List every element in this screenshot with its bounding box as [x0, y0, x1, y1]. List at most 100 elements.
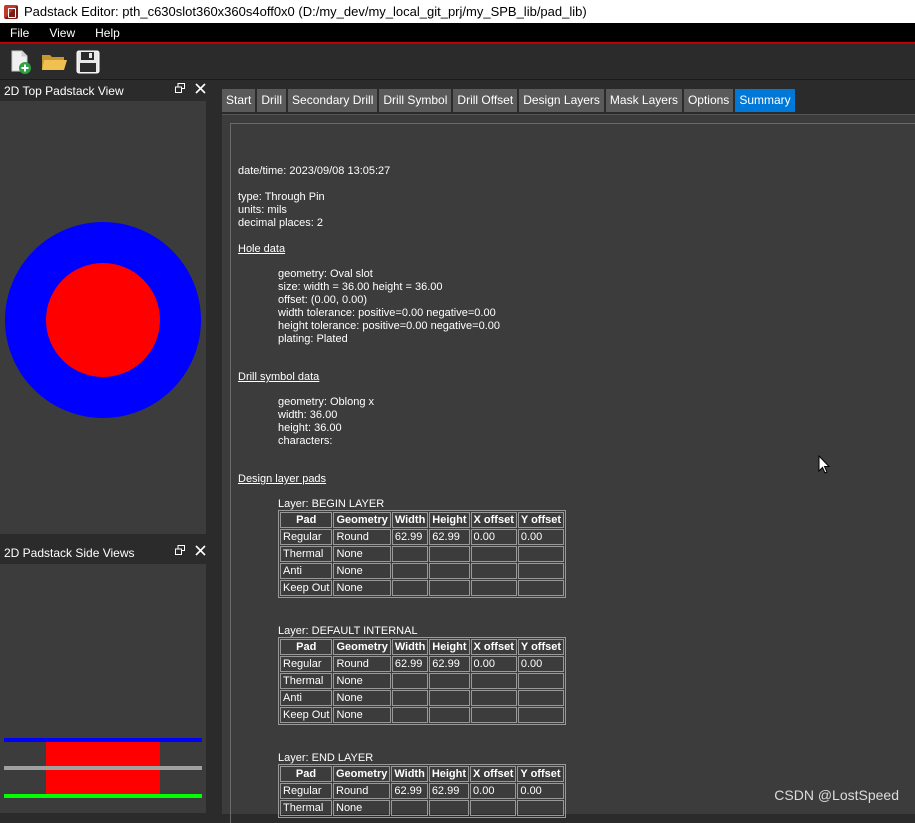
save-button[interactable]: [74, 48, 102, 76]
type-text: type: Through Pin: [238, 191, 325, 203]
table-cell: [470, 690, 517, 706]
table-cell: Round: [333, 529, 391, 545]
float-icon[interactable]: [174, 83, 186, 95]
side-internal-layer: [4, 766, 202, 770]
table-cell: [517, 563, 565, 579]
top-view-title-bar: 2D Top Padstack View: [0, 80, 212, 101]
table-cell: [391, 800, 428, 816]
table-cell: [429, 673, 470, 689]
menu-bar: File View Help: [0, 23, 915, 44]
tab-bar: Start Drill Secondary Drill Drill Symbol…: [222, 89, 797, 112]
col-header: X offset: [470, 512, 517, 528]
tab-secondary-drill[interactable]: Secondary Drill: [288, 89, 378, 112]
toolbar: [0, 44, 915, 80]
table-cell: Round: [333, 656, 391, 672]
table-cell: [517, 690, 565, 706]
table-cell: [391, 546, 429, 562]
table-cell: [470, 707, 517, 723]
table-cell: 62.99: [391, 529, 429, 545]
table-cell: None: [333, 690, 391, 706]
tab-summary[interactable]: Summary: [735, 89, 795, 112]
side-view-title: 2D Padstack Side Views: [4, 545, 135, 560]
pad-table-internal: Pad Geometry Width Height X offset Y off…: [278, 637, 567, 725]
side-padstack-view[interactable]: [0, 564, 206, 813]
tab-drill-symbol[interactable]: Drill Symbol: [379, 89, 452, 112]
table-cell: Anti: [280, 690, 333, 706]
col-header: X offset: [470, 766, 517, 782]
table-cell: 0.00: [470, 656, 517, 672]
layer-label: Layer: DEFAULT INTERNAL: [278, 625, 418, 637]
table-cell: Regular: [280, 656, 333, 672]
open-folder-icon: [42, 54, 67, 70]
table-cell: [429, 690, 470, 706]
top-view-title: 2D Top Padstack View: [4, 83, 124, 98]
drill-symbol-heading: Drill symbol data: [238, 371, 320, 383]
menu-file[interactable]: File: [0, 26, 39, 40]
table-cell: None: [333, 580, 391, 596]
table-cell: [391, 580, 429, 596]
tab-design-layers[interactable]: Design Layers: [519, 89, 604, 112]
pad-table-begin: Pad Geometry Width Height X offset Y off…: [278, 510, 567, 598]
new-file-button[interactable]: [6, 48, 34, 76]
col-header: Width: [391, 512, 429, 528]
menu-help[interactable]: Help: [85, 26, 130, 40]
table-row: Regular Round 62.99 62.99 0.00 0.00: [280, 529, 565, 545]
watermark: CSDN @LostSpeed: [774, 787, 899, 803]
app-logo-icon: [4, 4, 18, 19]
pad-table-end: Pad Geometry Width Height X offset Y off…: [278, 764, 566, 818]
title-bar: Padstack Editor: pth_c630slot360x360s4of…: [0, 0, 915, 23]
tab-start[interactable]: Start: [222, 89, 256, 112]
top-padstack-view[interactable]: [0, 101, 206, 534]
tab-mask-layers[interactable]: Mask Layers: [605, 89, 682, 112]
table-cell: [517, 580, 565, 596]
design-layer-pads-heading: Design layer pads: [238, 473, 327, 485]
col-header: Width: [391, 766, 428, 782]
layer-label: Layer: BEGIN LAYER: [278, 498, 385, 510]
side-view-title-bar: 2D Padstack Side Views: [0, 542, 212, 563]
table-cell: [391, 707, 429, 723]
table-cell: 62.99: [429, 656, 470, 672]
hole-size: size: width = 36.00 height = 36.00: [278, 281, 443, 293]
close-icon[interactable]: [194, 83, 206, 95]
summary-content: date/time: 2023/09/08 13:05:27 type: Thr…: [222, 114, 915, 823]
col-header: Y offset: [517, 639, 565, 655]
col-header: Pad: [280, 512, 333, 528]
table-cell: [391, 690, 429, 706]
table-cell: None: [333, 563, 391, 579]
drill-circle: [46, 263, 160, 377]
table-header-row: Pad Geometry Width Height X offset Y off…: [280, 766, 564, 782]
table-cell: None: [333, 707, 391, 723]
col-header: Width: [391, 639, 429, 655]
table-cell: 0.00: [517, 783, 564, 799]
table-cell: 0.00: [517, 656, 565, 672]
table-cell: Keep Out: [280, 707, 333, 723]
table-cell: [517, 546, 565, 562]
main-area: Start Drill Secondary Drill Drill Symbol…: [222, 89, 915, 823]
table-cell: [429, 563, 470, 579]
table-cell: [470, 800, 517, 816]
side-end-layer: [4, 794, 202, 798]
col-header: Geometry: [333, 766, 391, 782]
col-header: Y offset: [517, 512, 565, 528]
table-cell: [470, 673, 517, 689]
table-row: Keep Out None: [280, 580, 565, 596]
tab-drill[interactable]: Drill: [257, 89, 287, 112]
menu-view[interactable]: View: [39, 26, 85, 40]
table-row: Thermal None: [280, 546, 565, 562]
table-cell: Thermal: [280, 546, 333, 562]
col-header: Pad: [280, 766, 332, 782]
float-icon[interactable]: [174, 545, 186, 557]
table-cell: [517, 800, 564, 816]
table-cell: 62.99: [391, 783, 428, 799]
close-icon[interactable]: [194, 545, 206, 557]
table-header-row: Pad Geometry Width Height X offset Y off…: [280, 639, 565, 655]
col-header: X offset: [470, 639, 517, 655]
summary-report: date/time: 2023/09/08 13:05:27 type: Thr…: [230, 123, 915, 823]
table-cell: Regular: [280, 529, 333, 545]
table-cell: [470, 580, 517, 596]
tab-options[interactable]: Options: [683, 89, 734, 112]
tab-drill-offset[interactable]: Drill Offset: [453, 89, 518, 112]
layer-label: Layer: END LAYER: [278, 752, 374, 764]
col-header: Pad: [280, 639, 333, 655]
open-button[interactable]: [40, 48, 68, 76]
